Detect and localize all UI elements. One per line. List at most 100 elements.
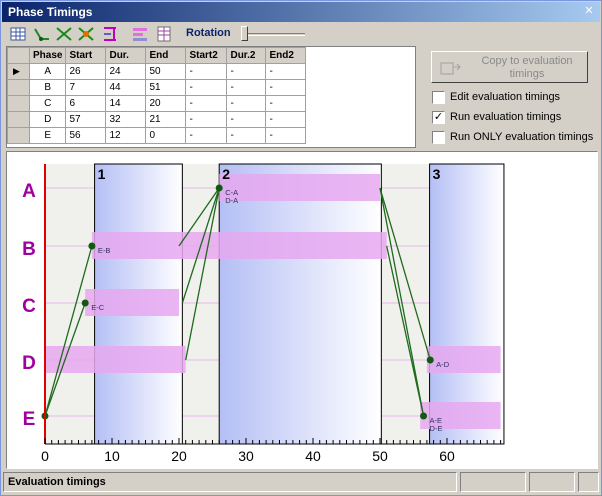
timing-diagram[interactable]: A B C D E 1 2 3 E-B E-C C-A D-A A-D A-E D-E 0 10 20 30 40 50… — [6, 151, 598, 469]
transition-node — [215, 184, 223, 192]
table-cell[interactable]: 56 — [65, 127, 107, 144]
table-cell[interactable]: 32 — [105, 111, 147, 128]
row-selector[interactable] — [7, 95, 30, 112]
run-only-evaluation-timings-checkbox[interactable]: Run ONLY evaluation timings — [432, 131, 597, 145]
table-cell[interactable]: B — [28, 79, 67, 96]
table-cell[interactable]: A — [28, 63, 67, 80]
table-cell[interactable]: - — [185, 95, 228, 112]
run-evaluation-timings-checkbox[interactable]: ✓ Run evaluation timings — [432, 111, 597, 125]
column-header[interactable]: Dur. — [105, 47, 147, 64]
table-cell[interactable]: 50 — [145, 63, 187, 80]
table-cell[interactable]: - — [265, 63, 307, 80]
transition-label: D-E — [430, 424, 443, 433]
x-tick-label: 60 — [439, 448, 455, 464]
checkbox-box[interactable]: ✓ — [432, 111, 445, 124]
table-cell[interactable]: 7 — [65, 79, 107, 96]
table-cell[interactable]: E — [28, 127, 67, 144]
phase-row-label: B — [22, 239, 36, 260]
checkbox-box[interactable] — [432, 91, 445, 104]
table-cell[interactable]: - — [185, 63, 228, 80]
row-header-corner — [7, 47, 30, 64]
table-cell[interactable]: - — [226, 63, 267, 80]
stage-box — [218, 163, 382, 445]
table-header-row: Phase Start Dur. End Start2 Dur.2 End2 — [7, 47, 307, 64]
grid-icon[interactable] — [9, 25, 27, 43]
column-header[interactable]: Start — [65, 47, 107, 64]
table-cell[interactable]: - — [226, 79, 267, 96]
transition-label: D-A — [225, 196, 238, 205]
table-cell[interactable]: 12 — [105, 127, 147, 144]
table-row[interactable]: ▶ A 26 24 50 - - - — [7, 63, 307, 80]
table-cell[interactable]: 26 — [65, 63, 107, 80]
cross-orange-icon[interactable] — [77, 25, 95, 43]
table-cell[interactable]: - — [265, 127, 307, 144]
column-header[interactable]: End2 — [265, 47, 307, 64]
phase-timings-window: Phase Timings ✕ Rotation Phase Start Dur… — [0, 0, 602, 496]
table-cell[interactable]: - — [226, 111, 267, 128]
stage-label: 3 — [433, 166, 441, 182]
table-cell[interactable]: - — [226, 95, 267, 112]
table-cell[interactable]: - — [185, 127, 228, 144]
transition-node — [426, 356, 434, 364]
table-row[interactable]: D 57 32 21 - - - — [7, 111, 307, 128]
table-cell[interactable]: - — [265, 95, 307, 112]
bracket-icon[interactable] — [101, 25, 119, 43]
table-row[interactable]: C 6 14 20 - - - — [7, 95, 307, 112]
checkbox-label: Edit evaluation timings — [450, 91, 561, 103]
transition-node — [88, 242, 96, 250]
copy-to-evaluation-timings-button[interactable]: Copy to evaluation timings — [431, 51, 588, 83]
table-cell[interactable]: 44 — [105, 79, 147, 96]
copy-button-label: Copy to evaluation timings — [481, 55, 573, 80]
table-cell[interactable]: 6 — [65, 95, 107, 112]
table-cell[interactable]: 0 — [145, 127, 187, 144]
transition-node — [81, 299, 89, 307]
table-cell[interactable]: D — [28, 111, 67, 128]
table-cell[interactable]: 24 — [105, 63, 147, 80]
column-header[interactable]: Dur.2 — [226, 47, 267, 64]
table-cell[interactable]: 14 — [105, 95, 147, 112]
table-cell[interactable]: - — [185, 79, 228, 96]
table-cell[interactable]: 57 — [65, 111, 107, 128]
row-selector[interactable] — [7, 79, 30, 96]
column-header[interactable]: Phase — [28, 47, 67, 64]
timing-chart[interactable]: ABCDE1 2 3E-BE-CC-AD-AA-DA-ED-E0 10 20 30 40 50… — [7, 152, 597, 468]
status-panel — [529, 472, 575, 492]
column-header[interactable]: Start2 — [185, 47, 228, 64]
status-panel: Evaluation timings — [3, 472, 457, 492]
phase-table[interactable]: Phase Start Dur. End Start2 Dur.2 End2 ▶… — [6, 46, 416, 148]
column-header[interactable]: End — [145, 47, 187, 64]
row-selector[interactable]: ▶ — [7, 63, 30, 80]
x-tick-label: 40 — [305, 448, 321, 464]
line-green-icon[interactable] — [33, 25, 51, 43]
stage-label: 2 — [222, 166, 230, 182]
x-tick-label: 10 — [104, 448, 120, 464]
stage-label: 1 — [98, 166, 106, 182]
x-tick-label: 0 — [41, 448, 49, 464]
close-button[interactable]: ✕ — [582, 5, 596, 18]
table-icon[interactable] — [155, 25, 173, 43]
table-cell[interactable]: 21 — [145, 111, 187, 128]
table-cell[interactable]: - — [185, 111, 228, 128]
table-cell[interactable]: - — [265, 111, 307, 128]
table-cell[interactable]: 51 — [145, 79, 187, 96]
table-cell[interactable]: - — [226, 127, 267, 144]
table-cell[interactable]: C — [28, 95, 67, 112]
table-row[interactable]: E 56 12 0 - - - — [7, 127, 307, 144]
checkbox-box[interactable] — [432, 131, 445, 144]
table-cell[interactable]: - — [265, 79, 307, 96]
bars-icon[interactable] — [131, 25, 149, 43]
rotation-label: Rotation — [186, 27, 231, 39]
rotation-slider-thumb[interactable] — [241, 26, 248, 41]
rotation-slider[interactable] — [239, 26, 307, 42]
cross-green-icon[interactable] — [55, 25, 73, 43]
transition-node — [420, 412, 428, 420]
phase-bar — [45, 346, 186, 373]
table-cell[interactable]: 20 — [145, 95, 187, 112]
row-selector[interactable] — [7, 111, 30, 128]
edit-evaluation-timings-checkbox[interactable]: Edit evaluation timings — [432, 91, 597, 105]
x-tick-label: 50 — [372, 448, 388, 464]
row-selector[interactable] — [7, 127, 30, 144]
table-row[interactable]: B 7 44 51 - - - — [7, 79, 307, 96]
window-title: Phase Timings — [8, 5, 93, 19]
checkbox-label: Run evaluation timings — [450, 111, 562, 123]
